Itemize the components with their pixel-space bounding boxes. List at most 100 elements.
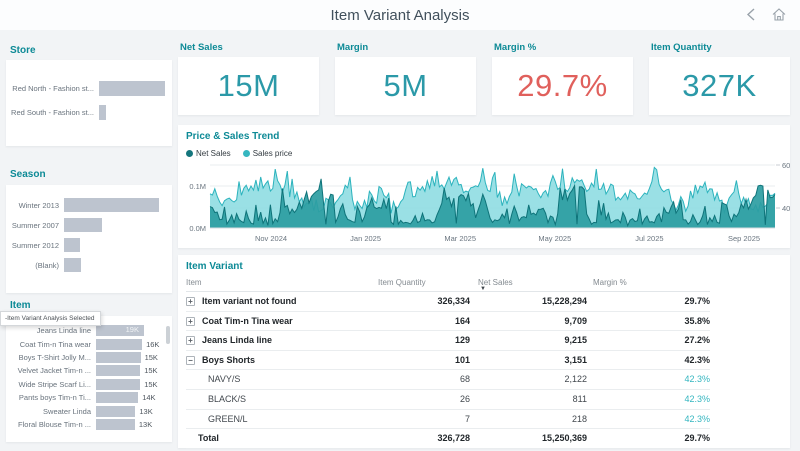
filter-bar-row[interactable]: (Blank) — [10, 255, 168, 275]
filter-bar-row[interactable]: Wide Stripe Scarf Li... 15K — [10, 378, 166, 391]
bar-value-label: 15K — [144, 380, 157, 389]
item-filter-title: Item — [10, 300, 31, 311]
cell-margin-pct: 35.8% — [684, 312, 710, 331]
bar-value-label: 13K — [139, 420, 152, 429]
item-filter-scrollbar[interactable] — [166, 326, 170, 344]
kpi-label: Margin — [337, 42, 368, 53]
x-axis-tick: Jan 2025 — [350, 234, 381, 243]
kpi-card-margin: 5M — [335, 57, 476, 115]
category-bar[interactable] — [64, 258, 81, 272]
table-row[interactable]: +Jeans Linda line1299,21527.2% — [186, 331, 710, 351]
filter-bar-row[interactable]: Boys T-Shirt Jolly M... 15K — [10, 351, 166, 364]
kpi-value: 29.7% — [517, 68, 607, 104]
table-row[interactable]: −Boys Shorts1013,15142.3% — [186, 351, 710, 371]
cell-item-quantity: 326,334 — [437, 292, 470, 311]
category-label: Sweater Linda — [10, 407, 96, 416]
filter-bar-row[interactable]: Velvet Jacket Tim-n ...15K — [10, 364, 166, 377]
x-axis-tick: Mar 2025 — [444, 234, 476, 243]
expand-plus-icon[interactable]: + — [186, 297, 195, 306]
cell-item-quantity: 164 — [455, 312, 470, 331]
category-label: Boys T-Shirt Jolly M... — [10, 353, 96, 362]
column-header-margin-pct[interactable]: Margin % — [593, 278, 627, 287]
cell-margin-pct: 42.3% — [684, 370, 710, 389]
table-row[interactable]: +Coat Tim-n Tina wear1649,70935.8% — [186, 312, 710, 332]
category-bar[interactable] — [96, 365, 140, 376]
store-filter-title: Store — [10, 45, 36, 56]
expand-plus-icon[interactable]: + — [186, 336, 195, 345]
cell-item: Coat Tim-n Tina wear — [202, 312, 293, 331]
filter-bar-row[interactable]: Jeans Linda line19K — [10, 324, 166, 337]
category-bar[interactable] — [96, 352, 141, 363]
filter-bar-row[interactable]: Coat Tim-n Tina wear16K — [10, 337, 166, 350]
category-label: Velvet Jacket Tim-n ... — [10, 366, 96, 375]
kpi-card-item-quantity: 327K — [649, 57, 790, 115]
table-row[interactable]: BLACK/S2681142.3% — [186, 390, 710, 410]
chevron-left-icon[interactable] — [746, 8, 756, 21]
table-row[interactable]: GREEN/L721842.3% — [186, 410, 710, 430]
page-title: Item Variant Analysis — [0, 7, 800, 24]
category-bar[interactable] — [96, 379, 140, 390]
season-filter-panel: Winter 2013 Summer 2007 Summer 2012 (Blank) — [6, 185, 172, 293]
category-label: Wide Stripe Scarf Li... — [10, 380, 96, 389]
cell-item: Jeans Linda line — [202, 331, 272, 350]
trend-chart[interactable]: 0.1M0.0M6040Nov 2024Jan 2025Mar 2025May … — [178, 125, 790, 248]
filter-bar-row[interactable]: Summer 2012 — [10, 235, 168, 255]
cell-margin-pct: 42.3% — [684, 390, 710, 409]
x-axis-tick: Nov 2024 — [255, 234, 287, 243]
kpi-label: Margin % — [494, 42, 536, 53]
filter-bar-row[interactable]: Winter 2013 — [10, 195, 168, 215]
cell-item-quantity: 7 — [465, 410, 470, 429]
table-total-row[interactable]: Total326,72815,250,36929.7% — [186, 429, 710, 449]
category-label: Summer 2012 — [10, 241, 64, 250]
column-header-item[interactable]: Item — [186, 278, 202, 287]
home-icon[interactable] — [772, 8, 786, 21]
cell-net-sales: 811 — [573, 390, 587, 409]
store-filter-panel: Red North - Fashion st...Red South - Fas… — [6, 60, 172, 146]
cell-net-sales: 15,228,294 — [542, 292, 587, 311]
filter-bar-row[interactable]: Floral Blouse Tim-n ... 13K — [10, 418, 166, 431]
category-label: Floral Blouse Tim-n ... — [10, 420, 96, 429]
cell-item-quantity: 101 — [455, 351, 470, 370]
bar-value-label: 19K — [126, 325, 139, 334]
category-bar[interactable] — [64, 198, 159, 212]
sales-price-legend-dot-icon — [243, 150, 250, 157]
legend-label: Net Sales — [196, 149, 231, 158]
category-label: Summer 2007 — [10, 221, 64, 230]
category-bar[interactable] — [99, 81, 165, 96]
category-bar[interactable] — [96, 419, 135, 430]
table-row[interactable]: NAVY/S682,12242.3% — [186, 370, 710, 390]
x-axis-tick: Sep 2025 — [728, 234, 760, 243]
season-filter-title: Season — [10, 169, 46, 180]
legend-item-net-sales[interactable]: Net Sales — [186, 149, 231, 158]
expand-plus-icon[interactable]: + — [186, 317, 195, 326]
filter-bar-row[interactable]: Summer 2007 — [10, 215, 168, 235]
kpi-card-net-sales: 15M — [178, 57, 319, 115]
table-row[interactable]: + Item variant not found 326,334 15,228,294… — [186, 292, 710, 312]
category-bar[interactable] — [96, 406, 135, 417]
filter-bar-row[interactable]: Red South - Fashion st... — [10, 100, 168, 124]
bar-value-label: 15K — [145, 353, 158, 362]
column-header-item-quantity[interactable]: Item Quantity — [378, 278, 426, 287]
kpi-value: 15M — [218, 68, 280, 104]
cell-net-sales: 218 — [572, 410, 587, 429]
cell-margin-pct: 27.2% — [684, 331, 710, 350]
category-bar[interactable] — [99, 105, 106, 120]
category-bar[interactable] — [64, 238, 80, 252]
kpi-value: 327K — [682, 68, 756, 104]
filter-bar-row[interactable]: Sweater Linda13K — [10, 404, 166, 417]
category-bar[interactable] — [96, 339, 142, 350]
filter-bar-row[interactable]: Pants boys Tim-n Ti...14K — [10, 391, 166, 404]
filter-bar-row[interactable]: Red North - Fashion st... — [10, 76, 168, 100]
kpi-label: Net Sales — [180, 42, 223, 53]
collapse-minus-icon[interactable]: − — [186, 356, 195, 365]
category-label: Pants boys Tim-n Ti... — [10, 393, 96, 402]
category-bar[interactable] — [96, 392, 138, 403]
cell-margin-pct: 29.7% — [684, 429, 710, 448]
trend-title: Price & Sales Trend — [186, 131, 279, 142]
dashboard-item-variant-analysis: Item Variant Analysis Store Red North - … — [0, 0, 800, 451]
legend-item-sales-price[interactable]: Sales price — [243, 149, 293, 158]
category-bar[interactable]: 19K — [96, 325, 144, 336]
category-bar[interactable] — [64, 218, 102, 232]
cell-item: Item variant not found — [202, 292, 297, 311]
legend-label: Sales price — [253, 149, 293, 158]
